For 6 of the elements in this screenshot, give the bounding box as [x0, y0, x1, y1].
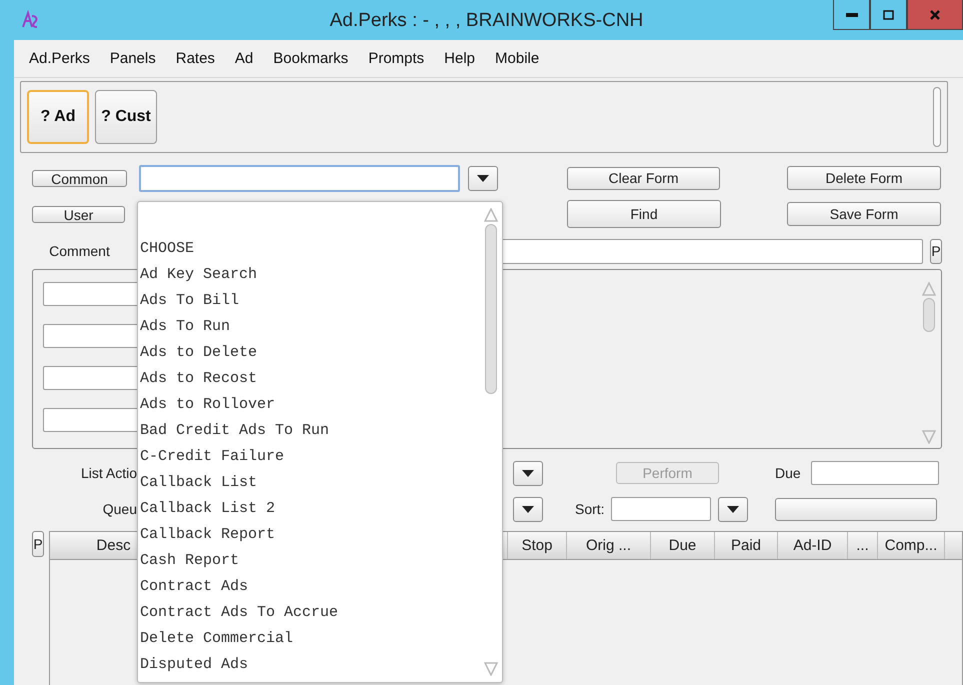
queue-label: Queu [102, 501, 137, 517]
comment-label: Comment [48, 243, 111, 259]
sort-label: Sort: [575, 501, 605, 517]
window-title: Ad.Perks : - , , , BRAINWORKS-CNH [328, 10, 644, 32]
list-action-label: List Actio [80, 465, 137, 481]
due-label: Due [775, 465, 801, 481]
